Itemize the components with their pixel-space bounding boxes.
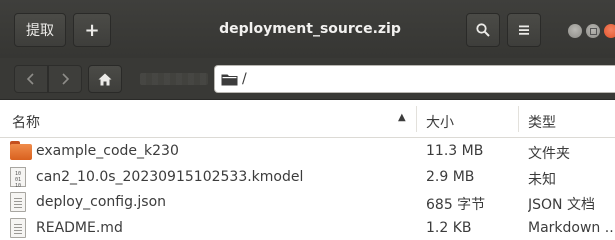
- file-size: 1.2 KB: [426, 219, 472, 236]
- binary-file-icon: 10 01 10: [10, 166, 26, 191]
- extract-button[interactable]: 提取: [14, 13, 66, 47]
- window-title: deployment_source.zip: [219, 21, 401, 37]
- file-row-deploy-config[interactable]: deploy_config.json 685 字节 JSON 文档: [0, 190, 615, 216]
- file-name: README.md: [36, 219, 123, 236]
- search-icon: [476, 23, 490, 37]
- file-row-readme[interactable]: README.md 1.2 KB Markdown ...: [0, 216, 615, 240]
- maximize-window-button[interactable]: [586, 24, 600, 38]
- file-type: 未知: [528, 171, 556, 188]
- folder-icon: [10, 141, 32, 164]
- text-file-icon: [10, 192, 26, 216]
- close-window-button[interactable]: [604, 24, 615, 38]
- hamburger-menu-icon: [519, 25, 529, 35]
- file-name: can2_10.0s_20230915102533.kmodel: [36, 168, 304, 185]
- file-list: example_code_k230 11.3 MB 文件夹 10 01 10 can…: [0, 139, 615, 240]
- file-size: 685 字节: [426, 197, 486, 213]
- column-header-name[interactable]: 名称: [12, 112, 40, 132]
- chevron-right-icon: [62, 73, 70, 85]
- forward-button[interactable]: [48, 65, 82, 93]
- menu-button[interactable]: [507, 13, 541, 47]
- folder-icon: [221, 74, 238, 85]
- back-button[interactable]: [14, 65, 48, 93]
- add-button[interactable]: +: [73, 13, 111, 47]
- minimize-window-button[interactable]: [568, 24, 582, 38]
- search-button[interactable]: [466, 13, 500, 47]
- obscured-text: [140, 73, 208, 85]
- column-header-row: 名称 ▲ 大小 类型: [0, 100, 615, 138]
- path-field[interactable]: /: [214, 65, 615, 93]
- chevron-left-icon: [26, 73, 34, 85]
- file-type: Markdown ...: [528, 219, 615, 236]
- sort-ascending-icon: ▲: [398, 112, 406, 123]
- file-size: 2.9 MB: [426, 168, 475, 185]
- text-file-icon: [10, 217, 26, 240]
- file-name: deploy_config.json: [36, 194, 167, 210]
- file-row-example-code[interactable]: example_code_k230 11.3 MB 文件夹: [0, 139, 615, 165]
- path-text: /: [242, 71, 247, 87]
- header-bar: 提取 + deployment_source.zip: [0, 0, 615, 58]
- file-type: 文件夹: [528, 146, 570, 162]
- location-bar: /: [0, 58, 615, 100]
- file-size: 11.3 MB: [426, 143, 484, 159]
- home-button[interactable]: [88, 65, 122, 93]
- column-header-type[interactable]: 类型: [528, 112, 556, 132]
- file-row-kmodel[interactable]: 10 01 10 can2_10.0s_20230915102533.kmodel …: [0, 165, 615, 191]
- column-divider[interactable]: [416, 106, 417, 132]
- file-type: JSON 文档: [528, 197, 595, 213]
- column-header-size[interactable]: 大小: [426, 112, 454, 132]
- home-icon: [98, 73, 112, 85]
- file-name: example_code_k230: [36, 143, 179, 159]
- column-divider[interactable]: [518, 106, 519, 132]
